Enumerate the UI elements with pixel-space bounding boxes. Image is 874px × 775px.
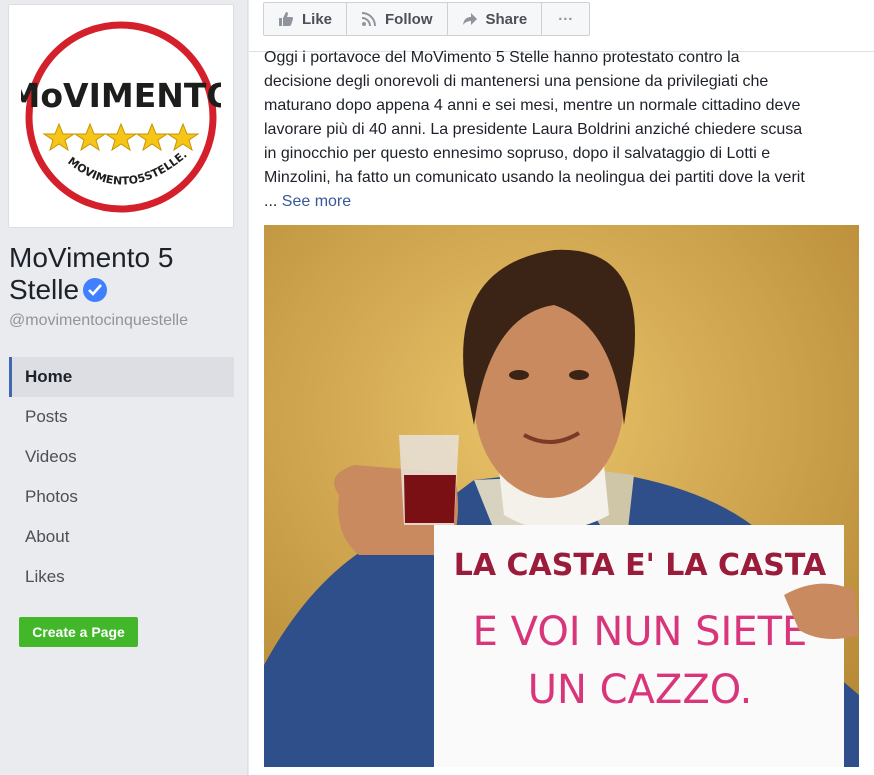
post-text-line: in ginocchio per questo ennesimo sopruso… [264,145,771,162]
post-text-line: maturano dopo appena 4 anni e sei mesi, … [264,97,801,114]
verified-badge-icon [83,278,108,302]
create-page-button[interactable]: Create a Page [19,617,138,647]
thumbs-up-icon [279,12,293,26]
like-button[interactable]: Like [264,3,348,35]
more-options-button[interactable]: ··· [542,3,589,35]
logo-text: MoVIMENTO [21,76,221,115]
share-button[interactable]: Share [448,3,543,35]
follow-label: Follow [385,10,433,28]
sign-line-2: E VOI NUN SIETE [473,609,808,655]
like-label: Like [302,10,333,28]
action-buttons: Like Follow Share ··· [263,2,591,36]
sign-line-3: UN CAZZO. [528,667,753,713]
movimento-logo: MoVIMENTO MOVIMENTO5STELLE.IT [21,17,221,213]
nav-item-likes[interactable]: Likes [9,557,234,597]
more-options-icon: ··· [558,10,574,28]
post-text-line: decisione degli onorevoli di mantenersi … [264,73,769,90]
nav-item-videos[interactable]: Videos [9,437,234,477]
follow-button[interactable]: Follow [347,3,448,35]
nav-item-photos[interactable]: Photos [9,477,234,517]
share-arrow-icon [462,13,477,25]
post-card: Oggi i portavoce del MoVimento 5 Stelle … [249,49,874,775]
nav-item-about[interactable]: About [9,517,234,557]
see-more-link[interactable]: See more [282,193,351,210]
nav-item-posts[interactable]: Posts [9,397,234,437]
post-image[interactable]: LA CASTA E' LA CASTA E VOI NUN SIETE UN … [264,225,859,767]
rss-icon [361,12,377,27]
post-text: Oggi i portavoce del MoVimento 5 Stelle … [264,46,862,214]
sign-line-1: LA CASTA E' LA CASTA [454,548,827,583]
meme-photo: LA CASTA E' LA CASTA E VOI NUN SIETE UN … [264,225,859,767]
page-handle[interactable]: @movimentocinquestelle [9,312,188,330]
share-label: Share [485,10,528,28]
nav-item-home[interactable]: Home [9,357,234,397]
post-text-line: Minzolini, ha fatto un comunicato usando… [264,169,805,186]
page-name[interactable]: MoVimento 5 Stelle [9,242,239,306]
post-text-line: lavorare più di 40 anni. La presidente L… [264,121,803,138]
action-bar: Like Follow Share ··· [249,0,874,52]
post-text-line-last: ... See more [264,190,862,214]
profile-picture[interactable]: MoVIMENTO MOVIMENTO5STELLE.IT [8,4,234,228]
post-text-line: Oggi i portavoce del MoVimento 5 Stelle … [264,49,740,66]
page-nav: Home Posts Videos Photos About Likes [9,357,234,597]
ellipsis: ... [264,193,282,210]
left-sidebar: MoVIMENTO MOVIMENTO5STELLE.IT MoVimento … [0,0,248,775]
